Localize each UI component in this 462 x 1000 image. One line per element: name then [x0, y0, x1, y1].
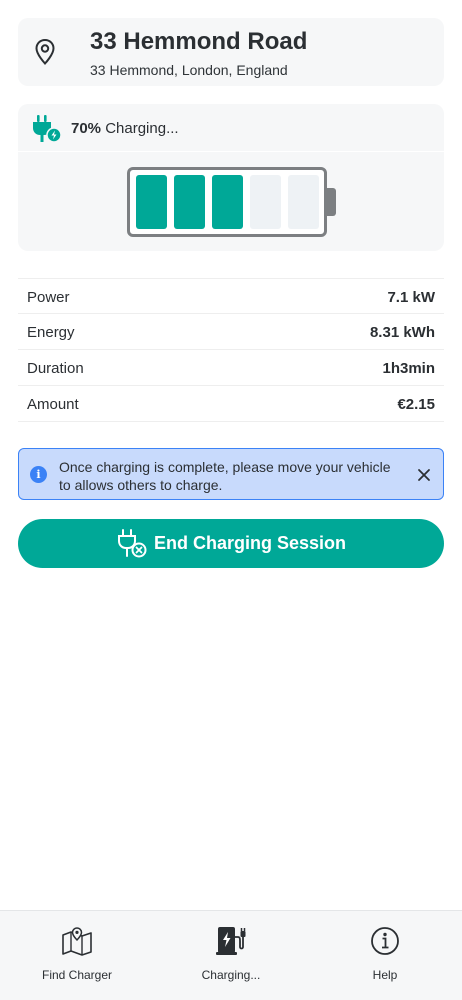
battery-cell [212, 175, 243, 229]
info-circle-icon [371, 927, 399, 955]
stat-label: Duration [27, 360, 84, 377]
charging-status-card: 70% Charging... [18, 104, 444, 251]
stat-row-energy: Energy 8.31 kWh [18, 314, 444, 350]
stat-value: 1h3min [382, 360, 435, 377]
nav-label: Find Charger [41, 968, 113, 982]
stat-value: 7.1 kW [387, 289, 435, 306]
battery-cell [288, 175, 319, 229]
battery-terminal [326, 188, 336, 216]
charge-percent: 70% [71, 120, 102, 137]
charging-status-header: 70% Charging... [18, 104, 444, 152]
map-icon [62, 927, 92, 956]
session-stats: Power 7.1 kW Energy 8.31 kWh Duration 1h… [18, 278, 444, 422]
battery-indicator [127, 167, 327, 237]
charging-status-text: 70% Charging... [71, 120, 179, 137]
battery-cell [250, 175, 281, 229]
info-banner: i Once charging is complete, please move… [18, 448, 444, 500]
charging-session-screen: 33 Hemmond Road 33 Hemmond, London, Engl… [0, 0, 462, 1000]
nav-label: Charging... [201, 968, 261, 982]
charging-station-icon [216, 927, 246, 955]
nav-label: Help [372, 968, 398, 982]
nav-item-charging[interactable]: Charging... [154, 911, 308, 1000]
end-charging-session-label: End Charging Session [153, 533, 347, 553]
location-card: 33 Hemmond Road 33 Hemmond, London, Engl… [18, 18, 444, 86]
location-address: 33 Hemmond, London, England [90, 62, 288, 78]
nav-item-help[interactable]: Help [308, 911, 462, 1000]
stat-label: Energy [27, 324, 75, 341]
battery-cell [174, 175, 205, 229]
stat-label: Power [27, 289, 70, 306]
stat-row-amount: Amount €2.15 [18, 386, 444, 422]
plug-charging-icon [33, 115, 62, 143]
close-icon[interactable] [417, 468, 431, 482]
stat-row-power: Power 7.1 kW [18, 278, 444, 314]
battery-cell [136, 175, 167, 229]
stat-value: €2.15 [397, 396, 435, 413]
bottom-nav: Find Charger Charging... Help [0, 910, 462, 1000]
stat-row-duration: Duration 1h3min [18, 350, 444, 386]
info-banner-text: Once charging is complete, please move y… [59, 459, 391, 493]
location-title: 33 Hemmond Road [90, 28, 308, 55]
nav-item-find-charger[interactable]: Find Charger [0, 911, 154, 1000]
end-charging-session-button[interactable]: End Charging Session [18, 519, 444, 568]
info-icon: i [30, 466, 47, 483]
charge-status-label: Charging... [105, 120, 179, 137]
stat-value: 8.31 kWh [369, 324, 435, 341]
stat-label: Amount [27, 396, 79, 413]
map-pin-icon [35, 38, 55, 65]
unplug-icon [117, 528, 147, 557]
